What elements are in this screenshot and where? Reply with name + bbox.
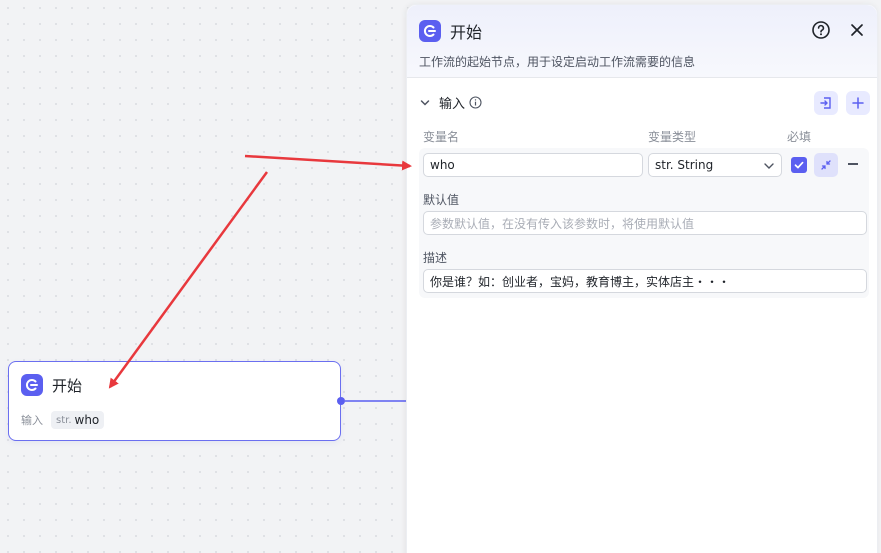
close-icon[interactable]	[848, 21, 866, 39]
description-label: 描述	[423, 251, 448, 265]
collapse-button[interactable]	[814, 153, 838, 177]
variable-tag-name: who	[74, 413, 100, 427]
column-variable-name: 变量名	[423, 130, 460, 144]
start-node-header: 开始	[21, 374, 82, 396]
start-node[interactable]: 开始 输入 str. who	[8, 361, 341, 441]
start-node-inputs: 输入 str. who	[21, 411, 105, 429]
annotation-arrow-to-name	[244, 154, 412, 171]
inputs-label: 输入	[21, 414, 43, 427]
default-value-input[interactable]: 参数默认值，在没有传入该参数时，将使用默认值	[423, 211, 867, 235]
variable-type-value: str. String	[655, 158, 714, 172]
help-icon[interactable]	[811, 20, 831, 40]
start-icon	[419, 20, 441, 42]
inputs-section-toggle[interactable]: 输入	[419, 93, 482, 112]
check-icon	[794, 161, 804, 169]
add-variable-button[interactable]	[846, 91, 870, 115]
panel-title: 开始	[450, 23, 483, 42]
collapse-icon	[821, 160, 831, 170]
chevron-down-icon	[764, 163, 774, 169]
remove-variable-button[interactable]	[848, 163, 858, 165]
output-port[interactable]	[337, 397, 345, 405]
import-button[interactable]	[814, 91, 838, 115]
variable-type-select[interactable]: str. String	[648, 153, 782, 177]
chevron-down-icon	[420, 99, 430, 106]
required-checkbox[interactable]	[791, 157, 807, 173]
plus-icon	[852, 97, 864, 109]
inputs-section-title: 输入	[439, 97, 466, 112]
start-icon	[21, 374, 43, 396]
panel-description: 工作流的起始节点，用于设定启动工作流需要的信息	[419, 55, 696, 69]
connection-edge[interactable]	[345, 400, 407, 402]
start-node-title: 开始	[52, 376, 83, 395]
column-variable-type: 变量类型	[648, 130, 697, 144]
panel-title-row: 开始	[419, 19, 482, 43]
description-input[interactable]: 你是谁？如：创业者，宝妈，教育博主，实体店主・・・	[423, 269, 867, 293]
node-config-panel: 开始 工作流的起始节点，用于设定启动工作流需要的信息 输入 变量名 变量类型 必…	[406, 4, 878, 553]
column-required: 必填	[787, 130, 812, 144]
info-icon[interactable]	[469, 96, 482, 109]
default-value-label: 默认值	[423, 193, 460, 207]
panel-header: 开始 工作流的起始节点，用于设定启动工作流需要的信息	[407, 5, 877, 78]
variable-name-input[interactable]: who	[423, 153, 643, 177]
variable-tag: str. who	[51, 411, 105, 429]
annotation-arrow-to-node	[108, 171, 269, 389]
import-icon	[820, 97, 831, 109]
variable-tag-type: str.	[56, 414, 72, 426]
